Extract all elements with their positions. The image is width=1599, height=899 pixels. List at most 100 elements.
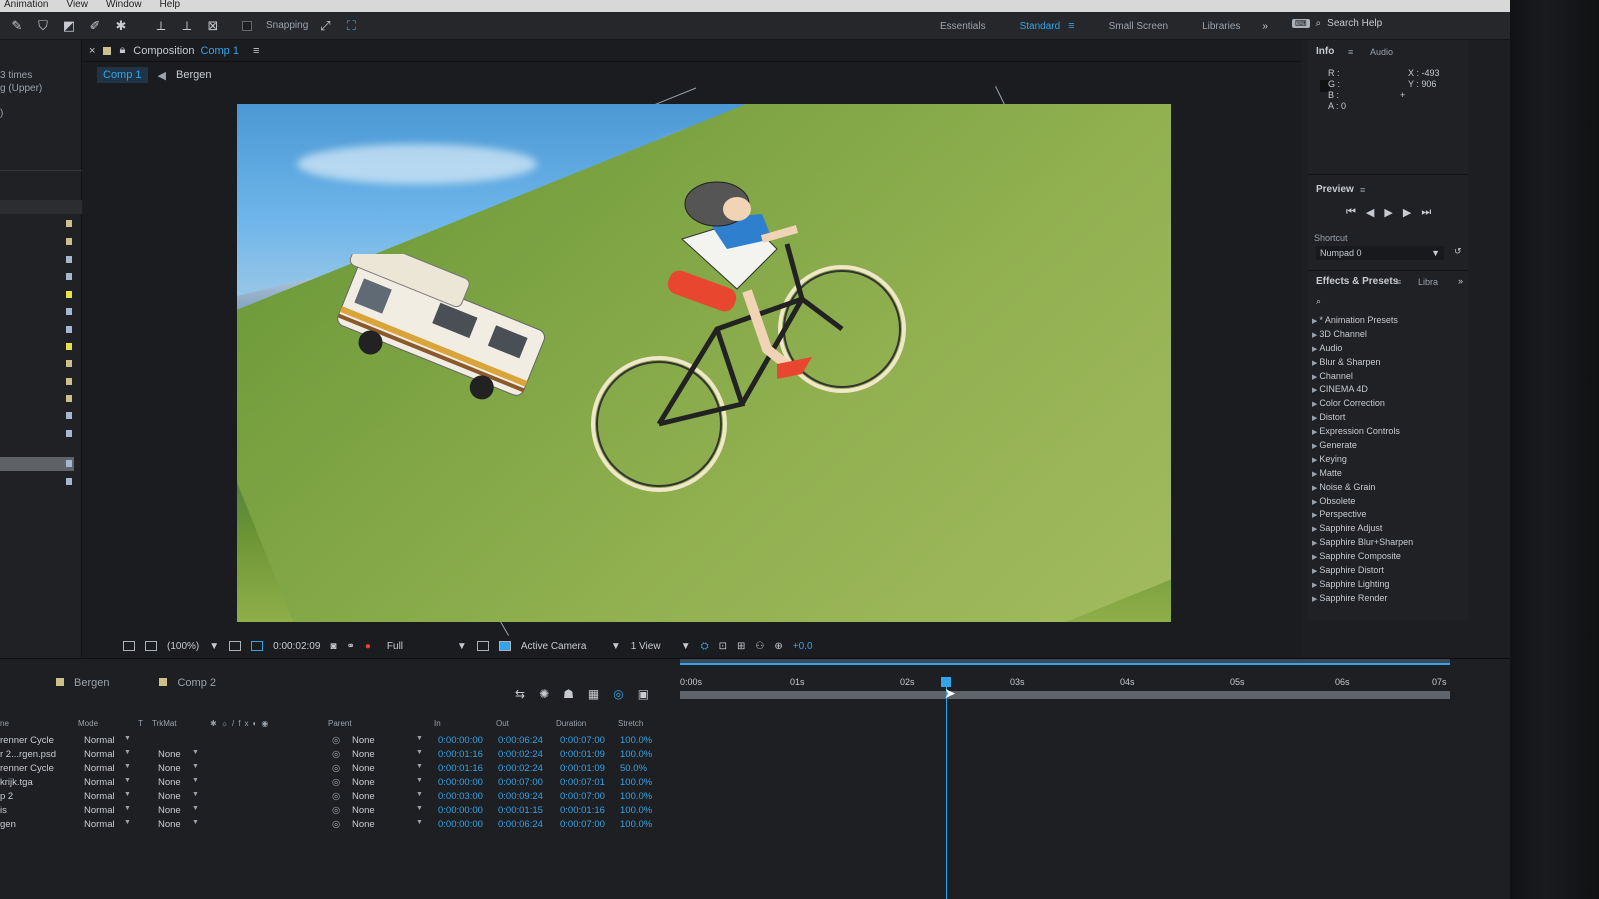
chevron-down-icon[interactable]: ▼ — [416, 819, 423, 826]
label-chip[interactable] — [66, 460, 72, 467]
more-panels-icon[interactable]: » — [1458, 276, 1463, 286]
chevron-down-icon[interactable]: ▼ — [457, 641, 467, 652]
draft-3d-icon[interactable]: ⛭ — [701, 641, 709, 652]
label-chip[interactable] — [66, 343, 72, 350]
layer-row[interactable]: krijk.tga Normal ▼ None ▼ None ▼ 0:00:00:00 0:00… — [0, 777, 680, 791]
effects-category[interactable]: Distort — [1312, 411, 1413, 425]
last-frame-icon[interactable]: ⏭ — [1421, 206, 1431, 219]
effects-category[interactable]: Sapphire Lighting — [1312, 578, 1413, 592]
always-preview-icon[interactable] — [123, 641, 135, 651]
chevron-down-icon[interactable]: ▼ — [192, 763, 199, 770]
close-icon[interactable]: × — [89, 45, 95, 57]
chevron-down-icon[interactable]: ▼ — [124, 805, 131, 812]
comp-mini-flowchart-icon[interactable]: ⇆ — [515, 687, 525, 701]
effects-category[interactable]: 3D Channel — [1312, 328, 1413, 342]
menu-view[interactable]: View — [66, 0, 88, 12]
chevron-down-icon[interactable]: ▼ — [416, 805, 423, 812]
selected-project-item[interactable] — [0, 457, 74, 471]
info-panel-title[interactable]: Info — [1316, 46, 1334, 57]
snap-features-icon[interactable]: ⛶ — [342, 17, 360, 35]
workspace-small-screen[interactable]: Small Screen — [1109, 21, 1168, 32]
effects-category[interactable]: Expression Controls — [1312, 425, 1413, 439]
layer-mode[interactable]: Normal — [84, 735, 115, 746]
flowchart-icon[interactable]: ⊡ — [719, 641, 727, 652]
label-chip[interactable] — [66, 308, 72, 315]
renderer-icon[interactable]: ⊞ — [737, 641, 745, 652]
brush-tool-icon[interactable]: ✎ — [8, 17, 26, 35]
layer-trkmat[interactable]: None — [158, 805, 181, 816]
layer-mode[interactable]: Normal — [84, 819, 115, 830]
timeline-tab-comp-2[interactable]: Comp 2 — [159, 677, 216, 689]
next-frame-icon[interactable]: ▶ — [1403, 206, 1411, 219]
frame-blending-icon[interactable]: ▦ — [588, 687, 599, 701]
effects-category[interactable]: Audio — [1312, 342, 1413, 356]
label-chip[interactable] — [66, 360, 72, 367]
effects-category[interactable]: CINEMA 4D — [1312, 383, 1413, 397]
layer-row[interactable]: p 2 Normal ▼ None ▼ None ▼ 0:00:03:00 0:00:09:24… — [0, 791, 680, 805]
layer-trkmat[interactable]: None — [158, 763, 181, 774]
region-of-interest-icon[interactable] — [251, 641, 264, 651]
layer-parent[interactable]: None — [352, 763, 375, 774]
breadcrumb-comp-1[interactable]: Comp 1 — [97, 67, 148, 83]
chevron-down-icon[interactable]: ▼ — [681, 641, 691, 652]
layer-parent[interactable]: None — [352, 819, 375, 830]
label-chip[interactable] — [66, 220, 72, 227]
effects-category[interactable]: Sapphire Adjust — [1312, 522, 1413, 536]
layer-mode[interactable]: Normal — [84, 805, 115, 816]
breadcrumb-bergen[interactable]: Bergen — [176, 69, 211, 81]
chevron-down-icon[interactable]: ▼ — [124, 777, 131, 784]
layer-name[interactable]: p 2 — [0, 791, 13, 802]
workspace-standard[interactable]: Standard — [1020, 21, 1061, 32]
timeline-tab-bergen[interactable]: Bergen — [56, 677, 109, 689]
parent-pick-whip-icon[interactable]: ◎ — [332, 791, 340, 802]
world-axis-icon[interactable]: ⟂ — [178, 17, 196, 35]
chevron-down-icon[interactable]: ▼ — [416, 777, 423, 784]
grid-guides-icon[interactable] — [229, 641, 242, 651]
parent-pick-whip-icon[interactable]: ◎ — [332, 749, 340, 760]
composition-viewer[interactable] — [237, 104, 1171, 622]
effects-category[interactable]: Perspective — [1312, 508, 1413, 522]
layer-row[interactable]: renner Cycle Normal ▼ None ▼ None ▼ 0:00:01:16 0… — [0, 763, 680, 777]
layer-row[interactable]: renner Cycle Normal ▼ None ▼ 0:00:00:00 0:00:0… — [0, 735, 680, 749]
parent-pick-whip-icon[interactable]: ◎ — [332, 819, 340, 830]
reset-icon[interactable]: ↺ — [1454, 246, 1462, 257]
workspace-libraries[interactable]: Libraries — [1202, 21, 1240, 32]
preview-panel-title[interactable]: Preview — [1316, 184, 1354, 195]
graph-editor-icon[interactable]: ▣ — [638, 687, 649, 701]
label-chip[interactable] — [66, 273, 72, 280]
motion-blur-icon[interactable]: ◎ — [613, 687, 623, 701]
layer-parent[interactable]: None — [352, 791, 375, 802]
puppet-pin-tool-icon[interactable]: ✱ — [112, 17, 130, 35]
label-chip[interactable] — [66, 291, 72, 298]
previous-frame-icon[interactable]: ◀ — [1366, 206, 1374, 219]
layer-mode[interactable]: Normal — [84, 763, 115, 774]
shy-layers-icon[interactable]: ☗ — [563, 687, 574, 701]
effects-category[interactable]: Generate — [1312, 439, 1413, 453]
composition-name[interactable]: Comp 1 — [200, 45, 239, 57]
menu-help[interactable]: Help — [160, 0, 181, 12]
camera-view-select[interactable]: Active Camera — [521, 641, 601, 652]
layer-mode[interactable]: Normal — [84, 777, 115, 788]
chevron-down-icon[interactable]: ▼ — [192, 749, 199, 756]
draft-3d-icon[interactable]: ✺ — [539, 687, 549, 701]
chevron-down-icon[interactable]: ▼ — [124, 819, 131, 826]
menu-window[interactable]: Window — [106, 0, 142, 12]
layer-row[interactable]: gen Normal ▼ None ▼ None ▼ 0:00:00:00 0:00:06:24… — [0, 819, 680, 833]
local-axis-icon[interactable]: ⟂ — [152, 17, 170, 35]
layer-row[interactable]: is Normal ▼ None ▼ None ▼ 0:00:00:00 0:00:01:15 0… — [0, 805, 680, 819]
label-chip[interactable] — [66, 430, 72, 437]
chevron-down-icon[interactable]: ▼ — [192, 805, 199, 812]
chevron-down-icon[interactable]: ▼ — [124, 735, 131, 742]
panel-menu-icon[interactable]: ≡ — [1348, 47, 1353, 57]
layer-parent[interactable]: None — [352, 805, 375, 816]
snapping-checkbox[interactable] — [242, 20, 252, 31]
layer-trkmat[interactable]: None — [158, 791, 181, 802]
time-ruler[interactable]: 0:00s 01s 02s 03s 04s 05s 06s 07s — [680, 665, 1455, 699]
effects-category[interactable]: Noise & Grain — [1312, 481, 1413, 495]
exposure-reset-icon[interactable]: ⊕ — [774, 641, 782, 652]
shortcut-select[interactable]: Numpad 0 ▼ — [1316, 246, 1444, 260]
label-chip[interactable] — [66, 395, 72, 402]
label-chip[interactable] — [66, 326, 72, 333]
resolution-select[interactable]: Full — [387, 641, 447, 652]
current-timecode[interactable]: 0:00:02:09 — [273, 641, 320, 652]
